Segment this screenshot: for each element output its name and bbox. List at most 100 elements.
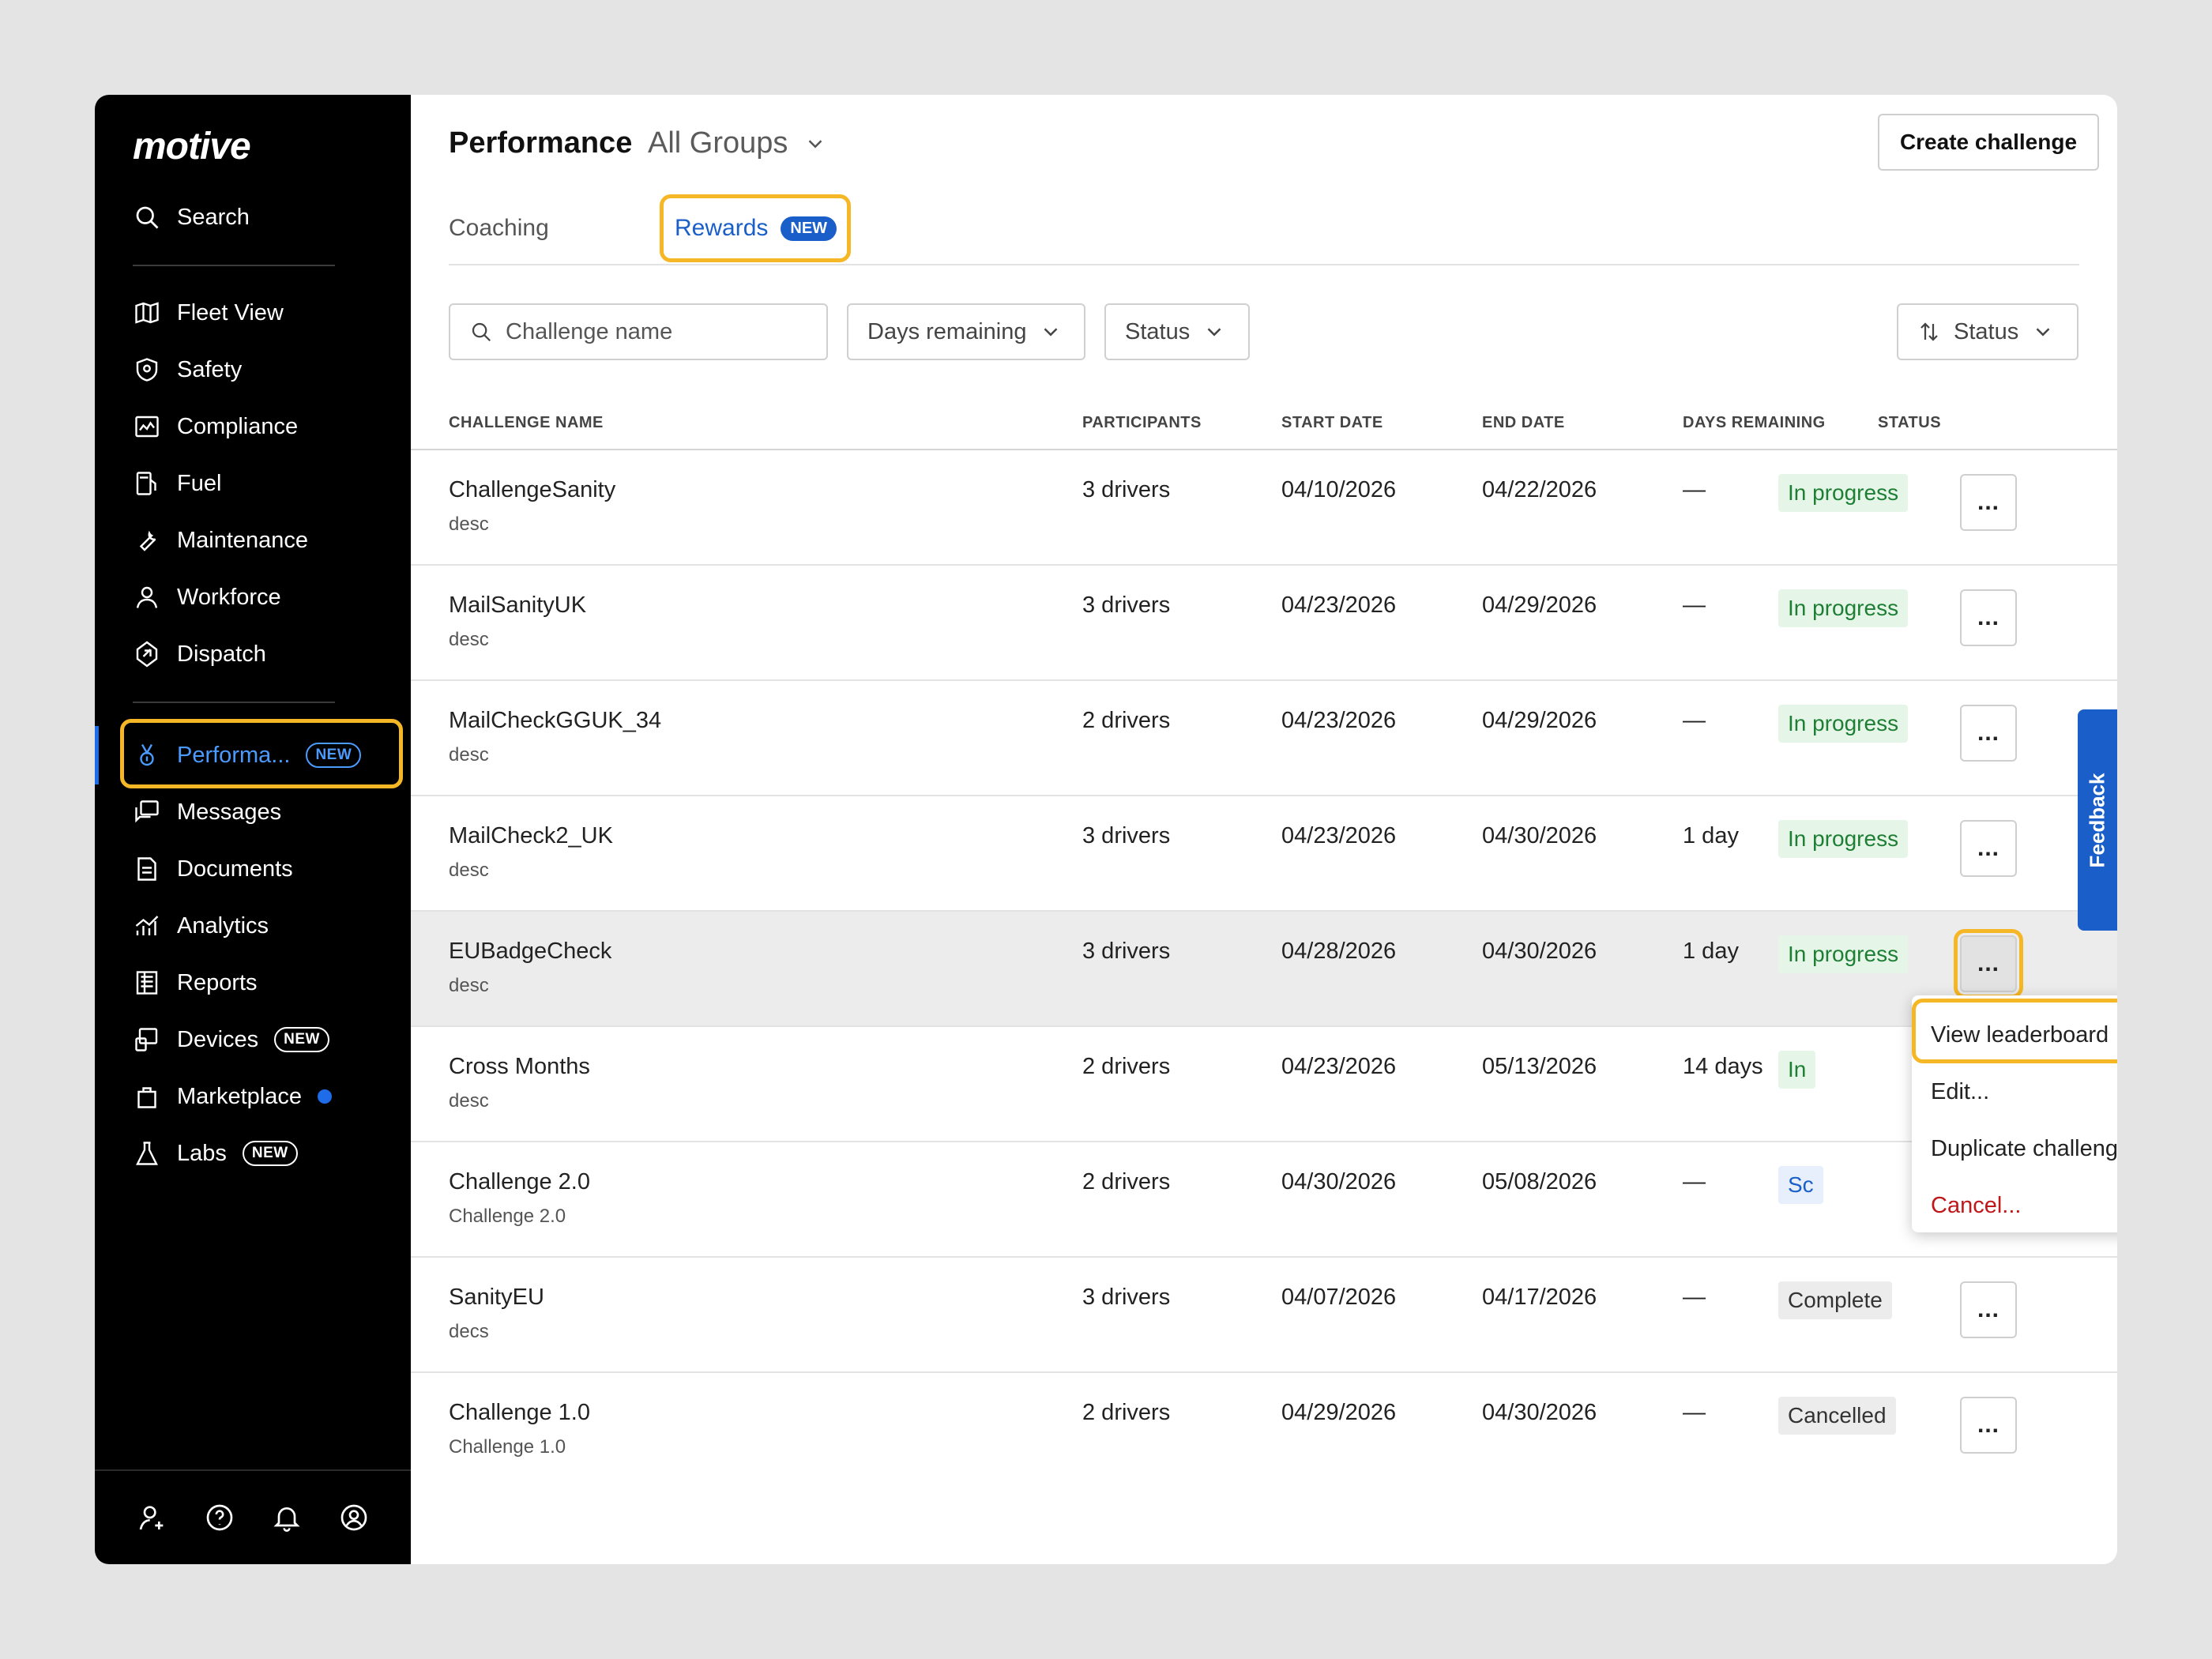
main-content: Performance All Groups Create challenge … bbox=[411, 95, 2117, 1564]
sidebar-item-maintenance[interactable]: Maintenance bbox=[133, 517, 386, 564]
sidebar-item-fuel[interactable]: Fuel bbox=[133, 460, 386, 507]
row-actions-button[interactable]: ... bbox=[1960, 935, 2017, 992]
sidebar-item-compliance[interactable]: Compliance bbox=[133, 403, 386, 450]
sort-icon bbox=[1920, 322, 1938, 341]
sidebar-item-workforce[interactable]: Workforce bbox=[133, 574, 386, 621]
sidebar-item-fleet-view[interactable]: Fleet View bbox=[133, 289, 386, 337]
chevron-down-icon bbox=[1207, 328, 1221, 337]
row-actions-button[interactable]: ... bbox=[1960, 474, 2017, 531]
status-filter[interactable]: Status bbox=[1104, 303, 1250, 360]
sidebar-item-safety[interactable]: Safety bbox=[133, 346, 386, 393]
status-badge: In progress bbox=[1778, 589, 1909, 627]
user-settings-icon[interactable] bbox=[137, 1502, 168, 1533]
menu-item-duplicate[interactable]: Duplicate challenge... bbox=[1912, 1120, 2117, 1177]
chevron-down-icon bbox=[809, 139, 822, 149]
tab-rewards[interactable]: Rewards NEW bbox=[675, 215, 837, 242]
sidebar-item-marketplace[interactable]: Marketplace bbox=[133, 1073, 386, 1120]
row-actions-button[interactable]: ... bbox=[1960, 589, 2017, 646]
sidebar-item-labs[interactable]: Labs NEW bbox=[133, 1130, 386, 1177]
flask-icon bbox=[136, 1142, 158, 1165]
column-header-start-date[interactable]: START DATE bbox=[1281, 414, 1383, 432]
status-badge: In progress bbox=[1778, 705, 1909, 743]
sidebar-item-documents[interactable]: Documents bbox=[133, 845, 386, 893]
table-row[interactable]: MailSanityUK desc 3 drivers 04/23/2026 0… bbox=[411, 566, 2117, 681]
table-row[interactable]: Cross Months desc 2 drivers 04/23/2026 0… bbox=[411, 1027, 2117, 1142]
menu-item-view-leaderboard[interactable]: View leaderboard bbox=[1912, 1006, 2117, 1063]
status-badge: Complete bbox=[1778, 1281, 1892, 1319]
table-row[interactable]: SanityEU decs 3 drivers 04/07/2026 04/17… bbox=[411, 1258, 2117, 1373]
help-icon[interactable] bbox=[204, 1502, 235, 1533]
new-badge: NEW bbox=[274, 1027, 329, 1052]
table-row[interactable]: MailCheck2_UK desc 3 drivers 04/23/2026 … bbox=[411, 796, 2117, 912]
search-icon bbox=[472, 322, 491, 342]
challenge-search-input[interactable]: Challenge name bbox=[449, 303, 828, 360]
chevron-down-icon bbox=[2036, 328, 2050, 337]
chevron-down-icon bbox=[1044, 328, 1058, 337]
bell-icon[interactable] bbox=[271, 1502, 303, 1533]
shield-icon bbox=[136, 358, 158, 382]
table-row[interactable]: Challenge 1.0 Challenge 1.0 2 drivers 04… bbox=[411, 1373, 2117, 1488]
new-badge: NEW bbox=[781, 216, 837, 241]
sidebar-item-performance[interactable]: Performa... NEW bbox=[133, 732, 386, 779]
new-badge: NEW bbox=[306, 743, 362, 768]
tabs-divider bbox=[449, 264, 2079, 265]
row-actions-button[interactable]: ... bbox=[1960, 820, 2017, 877]
row-actions-button[interactable]: ... bbox=[1960, 1397, 2017, 1454]
row-actions-button[interactable]: ... bbox=[1960, 705, 2017, 762]
app-window: motive Search Fleet View Safety Complian… bbox=[95, 95, 2117, 1564]
create-challenge-button[interactable]: Create challenge bbox=[1878, 114, 2099, 171]
sidebar-divider bbox=[133, 265, 335, 266]
table-row[interactable]: ChallengeSanity desc 3 drivers 04/10/202… bbox=[411, 450, 2117, 566]
column-header-end-date[interactable]: END DATE bbox=[1482, 414, 1565, 432]
status-badge: Cancelled bbox=[1778, 1397, 1896, 1435]
fuel-icon bbox=[136, 472, 156, 495]
logo[interactable]: motive bbox=[133, 118, 251, 174]
sidebar-item-analytics[interactable]: Analytics bbox=[133, 902, 386, 950]
reports-icon bbox=[136, 971, 158, 995]
active-indicator bbox=[95, 726, 99, 784]
status-badge: In progress bbox=[1778, 820, 1909, 858]
sort-dropdown[interactable]: Status bbox=[1897, 303, 2078, 360]
dispatch-icon bbox=[136, 641, 158, 668]
group-selector[interactable]: All Groups bbox=[648, 126, 827, 160]
sidebar: motive Search Fleet View Safety Complian… bbox=[95, 95, 411, 1564]
column-header-name[interactable]: CHALLENGE NAME bbox=[449, 414, 604, 432]
analytics-icon bbox=[135, 916, 159, 935]
sidebar-item-reports[interactable]: Reports bbox=[133, 959, 386, 1006]
page-title: Performance bbox=[449, 126, 633, 160]
medal-icon bbox=[140, 743, 154, 766]
tab-coaching[interactable]: Coaching bbox=[449, 215, 549, 242]
status-badge: Sc bbox=[1778, 1166, 1823, 1204]
map-icon bbox=[135, 302, 159, 324]
person-icon bbox=[136, 586, 158, 608]
sidebar-item-messages[interactable]: Messages bbox=[133, 788, 386, 836]
sidebar-item-dispatch[interactable]: Dispatch bbox=[133, 630, 386, 678]
compliance-icon bbox=[135, 416, 159, 438]
column-header-participants[interactable]: PARTICIPANTS bbox=[1082, 414, 1202, 432]
column-header-status[interactable]: STATUS bbox=[1878, 414, 1941, 432]
devices-icon bbox=[135, 1028, 158, 1051]
document-icon bbox=[137, 857, 156, 881]
days-remaining-filter[interactable]: Days remaining bbox=[847, 303, 1085, 360]
status-badge: In progress bbox=[1778, 935, 1909, 973]
wrench-icon bbox=[139, 530, 156, 551]
account-icon[interactable] bbox=[338, 1502, 370, 1533]
table-row[interactable]: MailCheckGGUK_34 desc 2 drivers 04/23/20… bbox=[411, 681, 2117, 796]
feedback-tab[interactable]: Feedback bbox=[2078, 709, 2117, 931]
notification-dot bbox=[317, 1089, 332, 1104]
table-row[interactable]: EUBadgeCheck desc 3 drivers 04/28/2026 0… bbox=[411, 912, 2117, 1027]
column-header-days-remaining[interactable]: DAYS REMAINING bbox=[1683, 414, 1826, 432]
sidebar-search[interactable]: Search bbox=[133, 194, 386, 241]
messages-icon bbox=[135, 800, 159, 823]
sidebar-item-devices[interactable]: Devices NEW bbox=[133, 1016, 386, 1063]
sidebar-divider bbox=[133, 702, 335, 703]
row-actions-button[interactable]: ... bbox=[1960, 1281, 2017, 1338]
menu-item-cancel[interactable]: Cancel... bbox=[1912, 1177, 2117, 1234]
status-badge: In progress bbox=[1778, 474, 1909, 512]
search-icon bbox=[136, 206, 159, 229]
menu-item-edit[interactable]: Edit... bbox=[1912, 1063, 2117, 1120]
bag-icon bbox=[137, 1087, 156, 1108]
new-badge: NEW bbox=[242, 1141, 298, 1166]
table-row[interactable]: Challenge 2.0 Challenge 2.0 2 drivers 04… bbox=[411, 1142, 2117, 1258]
row-actions-menu: View leaderboard Edit... Duplicate chall… bbox=[1912, 995, 2117, 1232]
